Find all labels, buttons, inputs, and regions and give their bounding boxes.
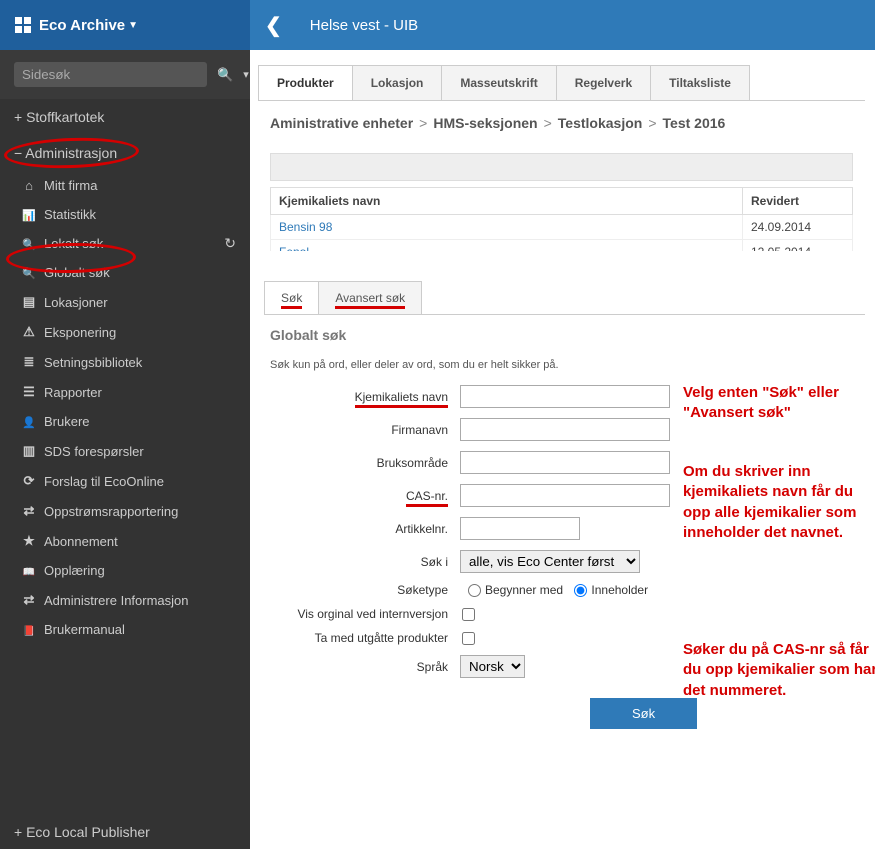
label-artikkelnr: Artikkelnr. [270, 522, 460, 536]
input-kjemikaliets-navn[interactable] [460, 385, 670, 408]
search-tabs: SøkAvansert søk [264, 281, 865, 315]
sidebar-item-setningsbibliotek[interactable]: Setningsbibliotek [0, 347, 250, 377]
checkbox-utgatte[interactable] [462, 632, 475, 645]
radio-inneholder[interactable] [574, 584, 587, 597]
lib-icon [22, 354, 36, 370]
back-button[interactable]: ❮ [265, 13, 282, 38]
sidebar-item-globalt-s-k[interactable]: Globalt søk [0, 258, 250, 287]
col-revised[interactable]: Revidert [743, 188, 853, 215]
cell-date: 24.09.2014 [743, 215, 853, 240]
app-name: Eco Archive [39, 17, 125, 34]
input-bruksomrade[interactable] [460, 451, 670, 474]
sidebar-item-brukermanual[interactable]: Brukermanual [0, 615, 250, 644]
select-sok-i[interactable]: alle, vis Eco Center først [460, 550, 640, 573]
sidebar-item-lokasjoner[interactable]: Lokasjoner [0, 287, 250, 317]
sidebar-item-oppstr-msrapportering[interactable]: Oppstrømsrapportering [0, 496, 250, 526]
search-tab-s-k[interactable]: Søk [264, 281, 319, 314]
sidebar-item-oppl-ring[interactable]: Opplæring [0, 556, 250, 585]
sidebar-item-statistikk[interactable]: Statistikk [0, 200, 250, 229]
chemical-table: Kjemikaliets navn Revidert Bensin 9824.0… [270, 187, 853, 251]
sidebar-group-administrasjon[interactable]: − Administrasjon [0, 135, 250, 171]
search-tab-avansert-s-k[interactable]: Avansert søk [318, 281, 422, 314]
search-icon [22, 265, 36, 280]
chevron-down-icon[interactable]: ▾ [243, 68, 249, 81]
input-firmanavn[interactable] [460, 418, 670, 441]
breadcrumb-item[interactable]: Testlokasjon [558, 115, 643, 131]
sidebar-item-brukere[interactable]: Brukere [0, 407, 250, 436]
sidebar-group-stoffkartotek[interactable]: + Stoffkartotek [0, 99, 250, 135]
breadcrumb: Aministrative enheter>HMS-seksjonen>Test… [258, 101, 865, 145]
label-bruksomrade: Bruksområde [270, 456, 460, 470]
app-brand[interactable]: Eco Archive ▼ [0, 0, 250, 50]
home-icon [22, 178, 36, 193]
book-icon [22, 622, 36, 637]
label-utgatte: Ta med utgåtte produkter [270, 631, 460, 645]
select-sprak[interactable]: Norsk [460, 655, 525, 678]
sidebar-item-sds-foresp-rsler[interactable]: SDS forespørsler [0, 436, 250, 466]
search-submit-button[interactable]: Søk [590, 698, 697, 729]
search-icon[interactable]: 🔍 [217, 67, 233, 83]
sidebar-item-eksponering[interactable]: Eksponering [0, 317, 250, 347]
label-firmanavn: Firmanavn [270, 423, 460, 437]
input-cas-nr[interactable] [460, 484, 670, 507]
user-icon [22, 414, 36, 429]
tab-regelverk[interactable]: Regelverk [556, 65, 651, 100]
sidebar: 🔍 ▾ + Stoffkartotek − Administrasjon Mit… [0, 50, 250, 849]
caret-down-icon: ▼ [128, 20, 138, 31]
annotation-text: Velg enten "Søk" eller "Avansert søk" [683, 383, 875, 424]
label-sok-i: Søk i [270, 555, 460, 569]
sidebar-item-rapporter[interactable]: Rapporter [0, 377, 250, 407]
refresh-icon[interactable]: ↻ [224, 235, 236, 252]
col-name[interactable]: Kjemikaliets navn [271, 188, 743, 215]
input-artikkelnr[interactable] [460, 517, 580, 540]
label-sprak: Språk [270, 660, 460, 674]
cell-name[interactable]: Fenol [271, 240, 743, 252]
rpt-icon [22, 384, 36, 400]
star-icon [22, 533, 36, 549]
cell-date: 12.05.2014 [743, 240, 853, 252]
breadcrumb-item[interactable]: Test 2016 [663, 115, 726, 131]
breadcrumb-item[interactable]: HMS-seksjonen [433, 115, 537, 131]
search-panel-title: Globalt søk [258, 315, 865, 349]
label-soketype: Søketype [270, 583, 460, 597]
label-kjemikaliets-navn: Kjemikaliets navn [270, 390, 460, 404]
table-row[interactable]: Fenol12.05.2014 [271, 240, 853, 252]
main-tabs: ProdukterLokasjonMasseutskriftRegelverkT… [258, 65, 865, 101]
stats-icon [22, 207, 36, 222]
tab-tiltaksliste[interactable]: Tiltaksliste [650, 65, 750, 100]
sidebar-item-lokalt-s-k[interactable]: Lokalt søk↻ [0, 229, 250, 258]
checkbox-vis-orginal[interactable] [462, 608, 475, 621]
sidebar-item-administrere-informasjon[interactable]: Administrere Informasjon [0, 585, 250, 615]
annotation-text: Søker du på CAS-nr så får du opp kjemika… [683, 640, 875, 701]
search-hint: Søk kun på ord, eller deler av ord, som … [258, 349, 865, 385]
label-cas-nr: CAS-nr. [270, 489, 460, 503]
swap-icon [22, 592, 36, 608]
sidebar-item-mitt-firma[interactable]: Mitt firma [0, 171, 250, 200]
sidebar-search-input[interactable] [14, 62, 207, 87]
radio-begynner-med[interactable] [468, 584, 481, 597]
warn-icon [22, 324, 36, 340]
sidebar-item-abonnement[interactable]: Abonnement [0, 526, 250, 556]
cycle-icon [22, 473, 36, 489]
top-header: ❮ Helse vest - UIB [250, 0, 875, 50]
loc-icon [22, 294, 36, 310]
sidebar-group-publisher[interactable]: + Eco Local Publisher [0, 814, 250, 850]
annotation-text: Om du skriver inn kjemikaliets navn får … [683, 462, 875, 543]
swap-icon [22, 503, 36, 519]
tab-lokasjon[interactable]: Lokasjon [352, 65, 443, 100]
page-title: Helse vest - UIB [310, 17, 418, 34]
cell-name[interactable]: Bensin 98 [271, 215, 743, 240]
sds-icon [22, 443, 36, 459]
table-row[interactable]: Bensin 9824.09.2014 [271, 215, 853, 240]
tab-masseutskrift[interactable]: Masseutskrift [441, 65, 556, 100]
toolbar-placeholder [270, 153, 853, 181]
breadcrumb-item[interactable]: Aministrative enheter [270, 115, 413, 131]
search-icon [22, 236, 36, 251]
train-icon [22, 563, 36, 578]
grid-icon [15, 17, 31, 33]
sidebar-item-forslag-til-ecoonline[interactable]: Forslag til EcoOnline [0, 466, 250, 496]
label-vis-orginal: Vis orginal ved internversjon [270, 607, 460, 621]
tab-produkter[interactable]: Produkter [258, 65, 353, 100]
